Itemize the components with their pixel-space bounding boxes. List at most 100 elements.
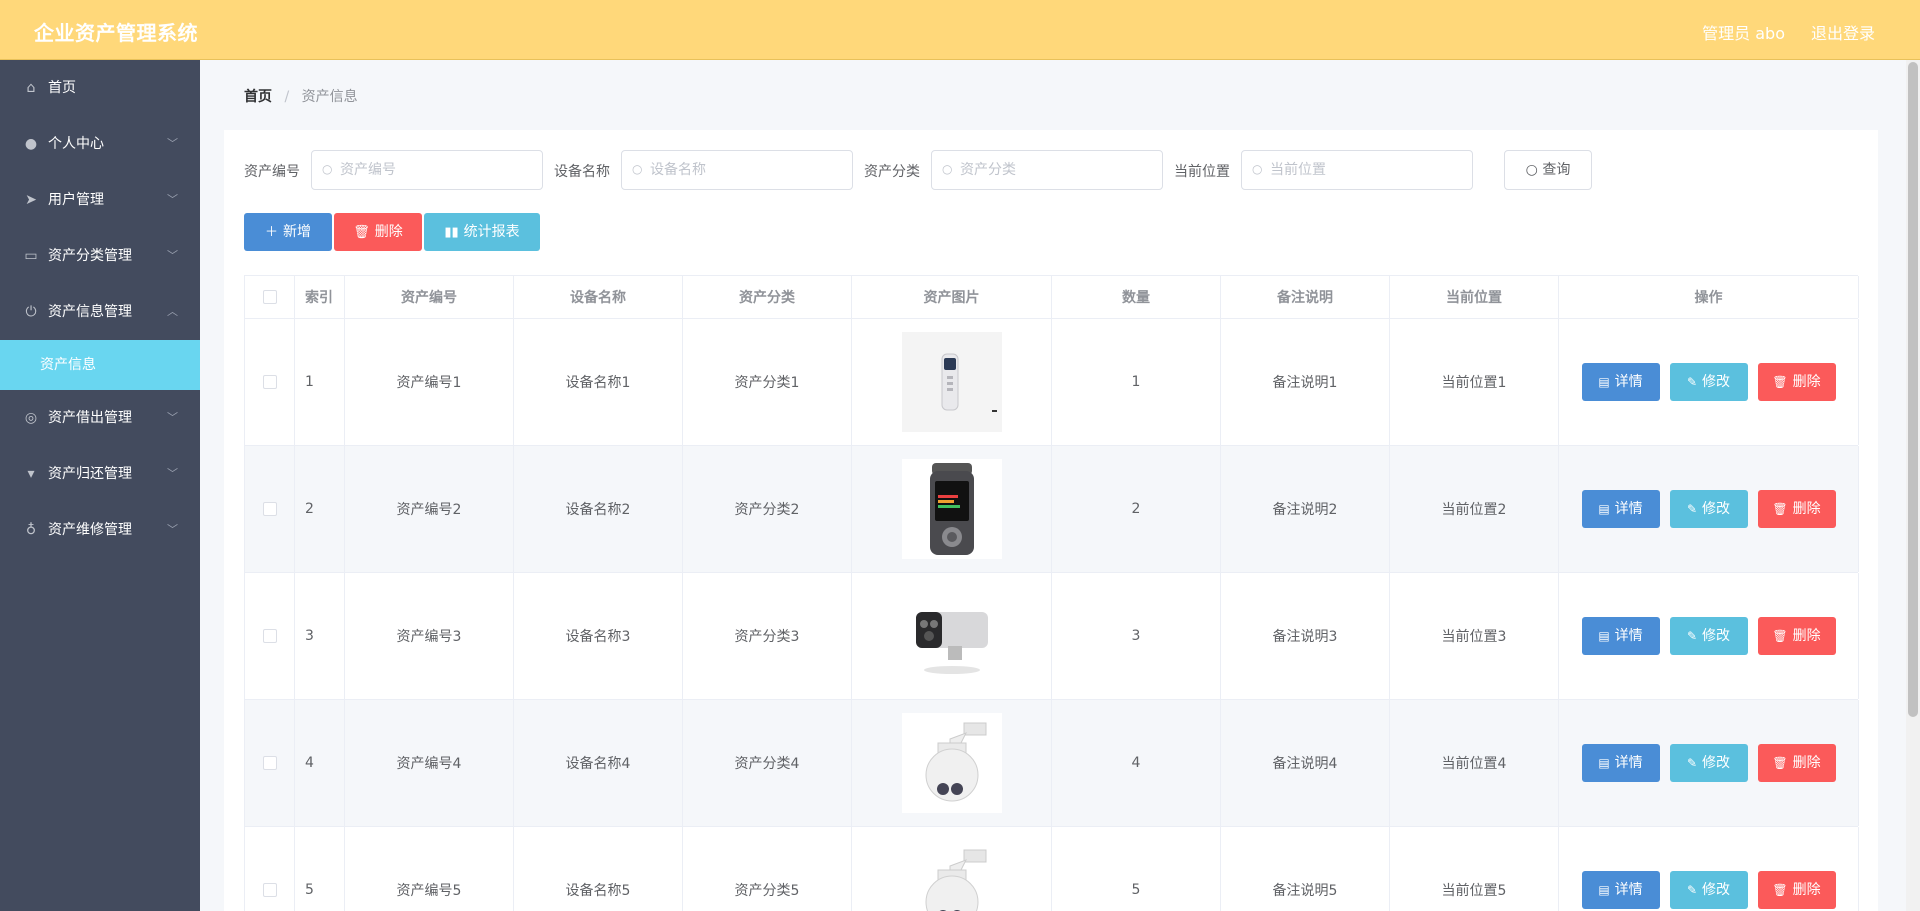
image-cell xyxy=(852,573,1052,699)
sidebar-item-label: 用户管理 xyxy=(48,192,104,208)
query-button[interactable]: ○ 查询 xyxy=(1504,150,1592,190)
row-checkbox[interactable] xyxy=(262,883,277,897)
asset-image-recorder-pen xyxy=(901,332,1002,432)
trash-icon: 🗑 xyxy=(1772,756,1788,770)
detail-button[interactable]: ▤ 详情 xyxy=(1581,617,1660,655)
query-label: 查询 xyxy=(1542,162,1571,178)
sidebar-item-repair-management[interactable]: ♁ 资产维修管理 ﹀ xyxy=(0,502,200,558)
document-icon: ▤ xyxy=(1598,756,1610,770)
delete-button[interactable]: 🗑 删除 xyxy=(1757,490,1836,528)
main-content: 首页 / 资产信息 资产编号 ○ 设备名称 ○ 资产分类 ○ 当前位置 ○ xyxy=(200,60,1920,911)
detail-button[interactable]: ▤ 详情 xyxy=(1581,363,1660,401)
asset-no-field[interactable]: ○ xyxy=(311,150,543,190)
index-cell: 1 xyxy=(295,319,345,445)
scrollbar-thumb[interactable] xyxy=(1908,62,1918,717)
asset-image-audio-recorder xyxy=(901,459,1002,559)
trash-icon: 🗑 xyxy=(1772,629,1788,643)
location-field[interactable]: ○ xyxy=(1241,150,1473,190)
sidebar-item-asset-info[interactable]: 资产信息 xyxy=(0,340,200,390)
delete-button[interactable]: 🗑 删除 xyxy=(1757,617,1836,655)
target-icon: ◎ xyxy=(24,410,38,426)
bar-chart-icon: ▮▮ xyxy=(444,225,459,240)
delete-button[interactable]: 🗑 删除 xyxy=(1757,744,1836,782)
edit-button[interactable]: ✎ 修改 xyxy=(1669,871,1748,909)
breadcrumb-home[interactable]: 首页 xyxy=(244,89,272,105)
device-name-input[interactable] xyxy=(650,152,846,188)
edit-button[interactable]: ✎ 修改 xyxy=(1669,363,1748,401)
content-card: 资产编号 ○ 设备名称 ○ 资产分类 ○ 当前位置 ○ ○ 查询 xyxy=(224,130,1878,911)
device-name-cell: 设备名称3 xyxy=(514,573,683,699)
category-field[interactable]: ○ xyxy=(931,150,1163,190)
device-name-cell: 设备名称4 xyxy=(514,700,683,826)
image-cell xyxy=(852,446,1052,572)
row-checkbox[interactable] xyxy=(262,375,277,389)
row-checkbox[interactable] xyxy=(262,502,277,516)
edit-icon: ✎ xyxy=(1686,883,1698,897)
report-button[interactable]: ▮▮ 统计报表 xyxy=(424,213,540,251)
sidebar-item-label: 首页 xyxy=(48,80,76,96)
user-icon: ● xyxy=(24,136,38,152)
power-icon: ⏻ xyxy=(25,304,37,320)
page-scrollbar[interactable] xyxy=(1906,60,1920,911)
detail-button[interactable]: ▤ 详情 xyxy=(1581,871,1660,909)
location-cell: 当前位置4 xyxy=(1390,700,1559,826)
row-checkbox[interactable] xyxy=(262,629,277,643)
row-select-cell xyxy=(245,700,295,826)
select-all-cell xyxy=(245,276,295,318)
image-cell xyxy=(852,319,1052,445)
edit-label: 修改 xyxy=(1702,628,1731,644)
chevron-down-icon: ﹀ xyxy=(167,249,178,262)
delete-label: 删除 xyxy=(374,224,403,240)
plus-icon: ＋ xyxy=(264,225,278,240)
asset-no-cell: 资产编号3 xyxy=(345,573,514,699)
edit-label: 修改 xyxy=(1702,755,1731,771)
table-row: 3 资产编号3 设备名称3 资产分类3 3 备注说明3 当前位置3 ▤ 详情 ✎… xyxy=(245,573,1859,700)
batch-delete-button[interactable]: 🗑 删除 xyxy=(334,213,422,251)
category-input[interactable] xyxy=(960,152,1156,188)
delete-button[interactable]: 🗑 删除 xyxy=(1757,363,1836,401)
index-cell: 3 xyxy=(295,573,345,699)
location-label: 当前位置 xyxy=(1174,164,1230,180)
sidebar-item-asset-info-management[interactable]: ⏻ 资产信息管理 ︿ xyxy=(0,284,200,340)
actions-cell: ▤ 详情 ✎ 修改 🗑 删除 xyxy=(1559,700,1859,826)
index-cell: 2 xyxy=(295,446,345,572)
detail-label: 详情 xyxy=(1614,755,1643,771)
sidebar-item-user-management[interactable]: ➤ 用户管理 ﹀ xyxy=(0,172,200,228)
location-input[interactable] xyxy=(1270,152,1466,188)
edit-label: 修改 xyxy=(1702,882,1731,898)
logout-link[interactable]: 退出登录 xyxy=(1811,20,1875,44)
detail-button[interactable]: ▤ 详情 xyxy=(1581,490,1660,528)
chevron-down-icon: ﹀ xyxy=(167,137,178,150)
sidebar-item-home[interactable]: ⌂ 首页 xyxy=(0,60,200,116)
sidebar-item-personal-center[interactable]: ● 个人中心 ﹀ xyxy=(0,116,200,172)
asset-no-cell: 资产编号5 xyxy=(345,827,514,911)
column-header: 数量 xyxy=(1052,276,1221,318)
column-header: 当前位置 xyxy=(1390,276,1559,318)
category-label: 资产分类 xyxy=(864,164,920,180)
breadcrumb: 首页 / 资产信息 xyxy=(244,86,358,106)
device-name-cell: 设备名称1 xyxy=(514,319,683,445)
sidebar-item-return-management[interactable]: ▾ 资产归还管理 ﹀ xyxy=(0,446,200,502)
edit-icon: ✎ xyxy=(1686,502,1698,516)
microphone-icon: ♁ xyxy=(25,522,37,538)
sidebar-item-loan-management[interactable]: ◎ 资产借出管理 ﹀ xyxy=(0,390,200,446)
device-name-cell: 设备名称2 xyxy=(514,446,683,572)
select-all-checkbox[interactable] xyxy=(262,290,277,304)
edit-button[interactable]: ✎ 修改 xyxy=(1669,490,1748,528)
chevron-down-icon: ﹀ xyxy=(167,467,178,480)
add-button[interactable]: ＋ 新增 xyxy=(244,213,332,251)
delete-button[interactable]: 🗑 删除 xyxy=(1757,871,1836,909)
device-name-field[interactable]: ○ xyxy=(621,150,853,190)
search-icon: ○ xyxy=(632,162,643,176)
row-checkbox[interactable] xyxy=(262,756,277,770)
note-cell: 备注说明2 xyxy=(1221,446,1390,572)
asset-table: 索引 资产编号 设备名称 资产分类 资产图片 数量 备注说明 当前位置 操作 1… xyxy=(244,275,1859,911)
row-select-cell xyxy=(245,573,295,699)
detail-button[interactable]: ▤ 详情 xyxy=(1581,744,1660,782)
sidebar-item-category-management[interactable]: ▭ 资产分类管理 ﹀ xyxy=(0,228,200,284)
edit-button[interactable]: ✎ 修改 xyxy=(1669,744,1748,782)
asset-no-cell: 资产编号4 xyxy=(345,700,514,826)
asset-no-input[interactable] xyxy=(340,152,536,188)
edit-button[interactable]: ✎ 修改 xyxy=(1669,617,1748,655)
table-header-row: 索引 资产编号 设备名称 资产分类 资产图片 数量 备注说明 当前位置 操作 xyxy=(245,276,1859,319)
